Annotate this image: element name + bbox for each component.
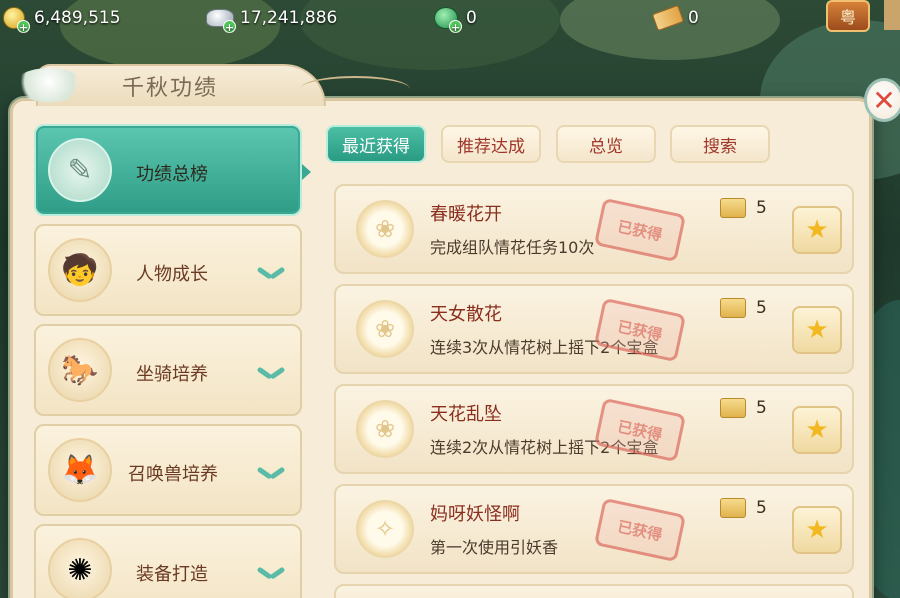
list-item[interactable]: ✧ 妈呀妖怪啊 第一次使用引妖香 已获得 5 ★ bbox=[334, 484, 854, 574]
sidebar-item-mount[interactable]: 🐎 坐骑培养 bbox=[34, 324, 302, 416]
points-scroll-icon bbox=[720, 398, 746, 418]
ticket-amount: 0 bbox=[688, 8, 699, 28]
reward-star-icon[interactable]: ★ bbox=[792, 306, 842, 354]
panel-title: 千秋功绩 bbox=[122, 76, 219, 101]
character-avatar-icon: 🧒 bbox=[48, 238, 112, 302]
chevron-down-icon bbox=[258, 566, 284, 580]
list-item[interactable] bbox=[334, 584, 854, 598]
achievement-desc: 第一次使用引妖香 bbox=[430, 538, 559, 557]
lotus-icon: ❀ bbox=[356, 400, 414, 458]
sidebar-item-character[interactable]: 🧒 人物成长 bbox=[34, 224, 302, 316]
chevron-down-icon bbox=[258, 466, 284, 480]
achievement-name: 春暖花开 bbox=[430, 204, 502, 225]
ticket-icon bbox=[651, 4, 685, 32]
tab-overview[interactable]: 总览 bbox=[556, 125, 656, 163]
top-right-edge bbox=[884, 0, 900, 30]
sidebar-item-label: 装备打造 bbox=[136, 564, 208, 585]
reward-star-icon[interactable]: ★ bbox=[792, 206, 842, 254]
achievement-points: 5 bbox=[756, 298, 767, 318]
scroll-icon: ✎ bbox=[48, 138, 112, 202]
sidebar-item-label: 坐骑培养 bbox=[136, 364, 208, 385]
list-item[interactable]: ❀ 天花乱坠 连续2次从情花树上摇下2个宝盒 已获得 5 ★ bbox=[334, 384, 854, 474]
sidebar-item-equipment[interactable]: ✺ 装备打造 bbox=[34, 524, 302, 598]
silver-resource[interactable]: + 17,241,886 bbox=[206, 4, 338, 34]
chevron-down-icon bbox=[258, 366, 284, 380]
jade-amount: 0 bbox=[466, 8, 477, 28]
silver-ingot-icon: + bbox=[206, 5, 236, 34]
achievement-name: 天女散花 bbox=[430, 304, 502, 325]
reward-star-icon[interactable]: ★ bbox=[792, 406, 842, 454]
sidebar-item-label: 人物成长 bbox=[136, 264, 208, 285]
obtained-stamp: 已获得 bbox=[593, 197, 687, 263]
jade-coin-icon: + bbox=[432, 5, 462, 34]
title-swirl-decoration bbox=[300, 76, 410, 102]
reward-star-icon[interactable]: ★ bbox=[792, 506, 842, 554]
summon-beast-icon: 🦊 bbox=[48, 438, 112, 502]
achievement-points: 5 bbox=[756, 398, 767, 418]
gold-resource[interactable]: + 6,489,515 bbox=[0, 4, 121, 34]
obtained-stamp: 已获得 bbox=[593, 497, 687, 563]
category-sidebar: ✎ 功绩总榜 🧒 人物成长 🐎 坐骑培养 🦊 召唤兽培养 ✺ 装备打造 bbox=[34, 124, 304, 598]
achievement-name: 天花乱坠 bbox=[430, 404, 502, 425]
achievement-desc: 完成组队情花任务10次 bbox=[430, 238, 595, 257]
chevron-down-icon bbox=[258, 266, 284, 280]
tab-recommended[interactable]: 推荐达成 bbox=[441, 125, 541, 163]
achievement-points: 5 bbox=[756, 198, 767, 218]
title-ornament bbox=[14, 68, 84, 102]
close-icon: ✕ bbox=[872, 83, 896, 117]
jade-resource[interactable]: + 0 bbox=[432, 4, 477, 34]
points-scroll-icon bbox=[720, 498, 746, 518]
achievement-points: 5 bbox=[756, 498, 767, 518]
silver-amount: 17,241,886 bbox=[240, 8, 338, 28]
lotus-icon: ❀ bbox=[356, 200, 414, 258]
gold-amount: 6,489,515 bbox=[34, 8, 121, 28]
achievement-list[interactable]: ❀ 春暖花开 完成组队情花任务10次 已获得 5 ★ ❀ 天女散花 连续3次从情… bbox=[334, 184, 856, 598]
list-item[interactable]: ❀ 春暖花开 完成组队情花任务10次 已获得 5 ★ bbox=[334, 184, 854, 274]
mount-avatar-icon: 🐎 bbox=[48, 338, 112, 402]
lotus-icon: ❀ bbox=[356, 300, 414, 358]
demon-icon: ✧ bbox=[356, 500, 414, 558]
sidebar-item-overall[interactable]: ✎ 功绩总榜 bbox=[34, 124, 302, 216]
active-indicator bbox=[302, 164, 311, 180]
sidebar-item-summon[interactable]: 🦊 召唤兽培养 bbox=[34, 424, 302, 516]
sidebar-item-label: 功绩总榜 bbox=[136, 164, 208, 185]
equipment-icon: ✺ bbox=[48, 538, 112, 598]
tab-recent[interactable]: 最近获得 bbox=[326, 125, 426, 163]
ticket-resource[interactable]: 0 bbox=[651, 4, 699, 32]
sidebar-item-label: 召唤兽培养 bbox=[128, 464, 218, 485]
achievement-name: 妈呀妖怪啊 bbox=[430, 504, 520, 525]
list-item[interactable]: ❀ 天女散花 连续3次从情花树上摇下2个宝盒 已获得 5 ★ bbox=[334, 284, 854, 374]
points-scroll-icon bbox=[720, 198, 746, 218]
close-button[interactable]: ✕ bbox=[864, 78, 900, 122]
gold-coin-icon: + bbox=[0, 5, 30, 34]
points-scroll-icon bbox=[720, 298, 746, 318]
tab-search[interactable]: 搜索 bbox=[670, 125, 770, 163]
region-badge[interactable]: 粤 bbox=[826, 0, 870, 32]
